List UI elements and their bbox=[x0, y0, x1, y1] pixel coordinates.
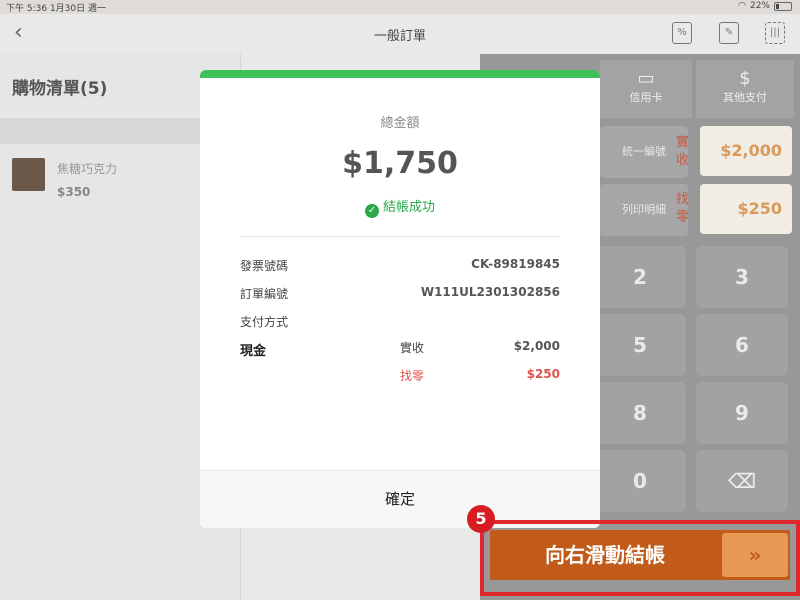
order-number-label: 訂單編號 bbox=[240, 287, 289, 301]
checkout-success-dialog: 總金額 $1,750 ✓ 結帳成功 發票號碼 CK-89819845 訂單編號 W… bbox=[200, 70, 600, 528]
keypad-6[interactable]: 6 bbox=[696, 314, 788, 376]
payment-method-label: 支付方式 bbox=[240, 315, 289, 329]
tab-credit-card-label: 信用卡 bbox=[629, 91, 663, 104]
total-label: 總金額 bbox=[380, 116, 420, 131]
backspace-icon[interactable]: ⌫ bbox=[696, 450, 788, 512]
invoice-label: 發票號碼 bbox=[240, 259, 289, 273]
modal-change-value: $250 bbox=[526, 367, 560, 381]
success-message: ✓ 結帳成功 bbox=[200, 196, 600, 218]
divider bbox=[240, 236, 560, 237]
top-bar: ‹ 一般訂單 % ✎ ||| bbox=[0, 14, 800, 54]
wifi-icon: ◠ bbox=[738, 1, 746, 11]
battery-icon bbox=[774, 1, 792, 11]
step-badge: 5 bbox=[467, 505, 495, 533]
keypad-2[interactable]: 2 bbox=[594, 246, 686, 308]
keypad-8[interactable]: 8 bbox=[594, 382, 686, 444]
modal-received-value: $2,000 bbox=[513, 339, 560, 353]
received-value[interactable]: $2,000 bbox=[700, 126, 792, 176]
highlight-box bbox=[480, 520, 800, 596]
status-datetime: 下午 5:36 1月30日 週一 bbox=[6, 1, 106, 14]
total-amount: $1,750 bbox=[342, 146, 458, 181]
change-value: $250 bbox=[700, 184, 792, 234]
payment-method-value: 現金 bbox=[240, 344, 267, 359]
status-time: 下午 5:36 bbox=[6, 4, 48, 14]
keypad-0[interactable]: 0 bbox=[594, 450, 686, 512]
discount-icon[interactable]: % bbox=[672, 22, 692, 44]
print-detail-button[interactable]: 列印明細 bbox=[600, 184, 688, 236]
tab-other-payment-label: 其他支付 bbox=[723, 91, 767, 104]
other-payment-icon: $ bbox=[739, 68, 751, 89]
product-thumbnail bbox=[12, 158, 45, 191]
modal-change-label: 找零 bbox=[400, 369, 425, 383]
cart-title: 購物清單(5) bbox=[12, 79, 108, 99]
cart-item-name[interactable]: 焦糖巧克力 bbox=[57, 160, 117, 177]
modal-received-label: 實收 bbox=[400, 341, 425, 355]
battery-percent: 22% bbox=[749, 1, 770, 11]
received-label: 實收 bbox=[676, 135, 690, 168]
status-date: 1月30日 週一 bbox=[49, 4, 106, 14]
order-number-value: W111UL2301302856 bbox=[420, 285, 560, 299]
invoice-value: CK-89819845 bbox=[471, 257, 560, 271]
tab-other-payment[interactable]: $ 其他支付 bbox=[696, 60, 794, 118]
tax-id-button[interactable]: 統一編號 bbox=[600, 126, 688, 178]
keypad-9[interactable]: 9 bbox=[696, 382, 788, 444]
barcode-scan-icon[interactable]: ||| bbox=[765, 22, 785, 44]
success-bar bbox=[200, 70, 600, 78]
edit-note-icon[interactable]: ✎ bbox=[719, 22, 739, 44]
status-right: ◠ 22% bbox=[738, 1, 792, 11]
tab-credit-card[interactable]: ▭ 信用卡 bbox=[600, 60, 692, 118]
keypad-3[interactable]: 3 bbox=[696, 246, 788, 308]
change-label: 找零 bbox=[676, 192, 690, 225]
keypad-5[interactable]: 5 bbox=[594, 314, 686, 376]
credit-card-icon: ▭ bbox=[637, 68, 655, 89]
status-bar: 下午 5:36 1月30日 週一 ◠ 22% bbox=[0, 0, 800, 14]
cart-item-price: $350 bbox=[57, 185, 91, 199]
check-circle-icon: ✓ bbox=[364, 204, 379, 218]
success-text: 結帳成功 bbox=[382, 200, 435, 215]
